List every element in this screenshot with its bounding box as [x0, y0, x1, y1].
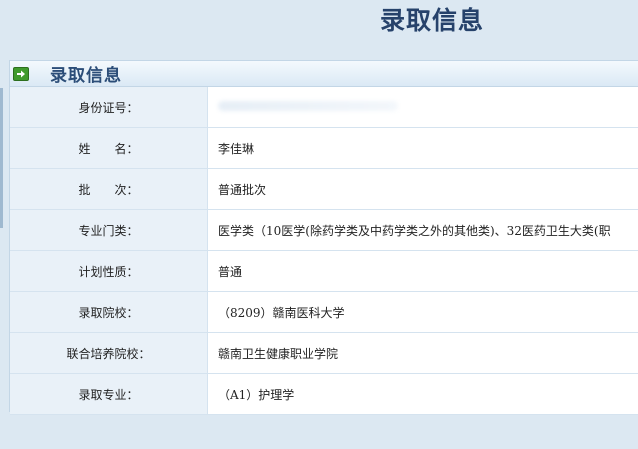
table-row: 录取院校： （8209）赣南医科大学 — [10, 291, 638, 333]
table-row: 身份证号： — [10, 87, 638, 128]
panel-title: 录取信息 — [50, 66, 122, 86]
row-value-admitted-school: （8209）赣南医科大学 — [207, 291, 638, 333]
row-label-id-number: 身份证号： — [10, 87, 208, 128]
table-row: 姓 名： 李佳琳 — [10, 127, 638, 169]
left-edge-bar — [0, 88, 3, 228]
row-label-joint-school: 联合培养院校： — [10, 332, 208, 374]
row-label-admitted-school: 录取院校： — [10, 291, 208, 333]
row-label-major-category: 专业门类： — [10, 209, 208, 251]
admission-info-panel: 录取信息 身份证号： 姓 名： 李佳琳 批 次： 普通批次 专业门类： 医学类（… — [9, 60, 638, 415]
redacted-id-value — [218, 101, 398, 111]
row-value-joint-school: 赣南卫生健康职业学院 — [207, 332, 638, 374]
table-row: 计划性质： 普通 — [10, 250, 638, 292]
row-value-id-number — [207, 87, 638, 128]
row-value-batch: 普通批次 — [207, 168, 638, 210]
panel-header: 录取信息 — [10, 61, 638, 87]
page-title: 录取信息 — [379, 6, 484, 35]
table-row: 专业门类： 医学类（10医学(除药学类及中药学类之外的其他类)、32医药卫生大类… — [10, 209, 638, 251]
row-label-admitted-major: 录取专业： — [10, 373, 208, 415]
row-label-name: 姓 名： — [10, 127, 208, 169]
row-value-major-category: 医学类（10医学(除药学类及中药学类之外的其他类)、32医药卫生大类(职 — [207, 209, 638, 251]
row-label-plan-type: 计划性质： — [10, 250, 208, 292]
table-row: 录取专业： （A1）护理学 — [10, 373, 638, 415]
row-value-plan-type: 普通 — [207, 250, 638, 292]
row-label-batch: 批 次： — [10, 168, 208, 210]
admission-info-table: 身份证号： 姓 名： 李佳琳 批 次： 普通批次 专业门类： 医学类（10医学(… — [10, 87, 638, 415]
table-row: 联合培养院校： 赣南卫生健康职业学院 — [10, 332, 638, 374]
arrow-right-icon — [13, 66, 29, 81]
table-row: 批 次： 普通批次 — [10, 168, 638, 210]
row-value-name: 李佳琳 — [207, 127, 638, 169]
row-value-admitted-major: （A1）护理学 — [207, 373, 638, 415]
